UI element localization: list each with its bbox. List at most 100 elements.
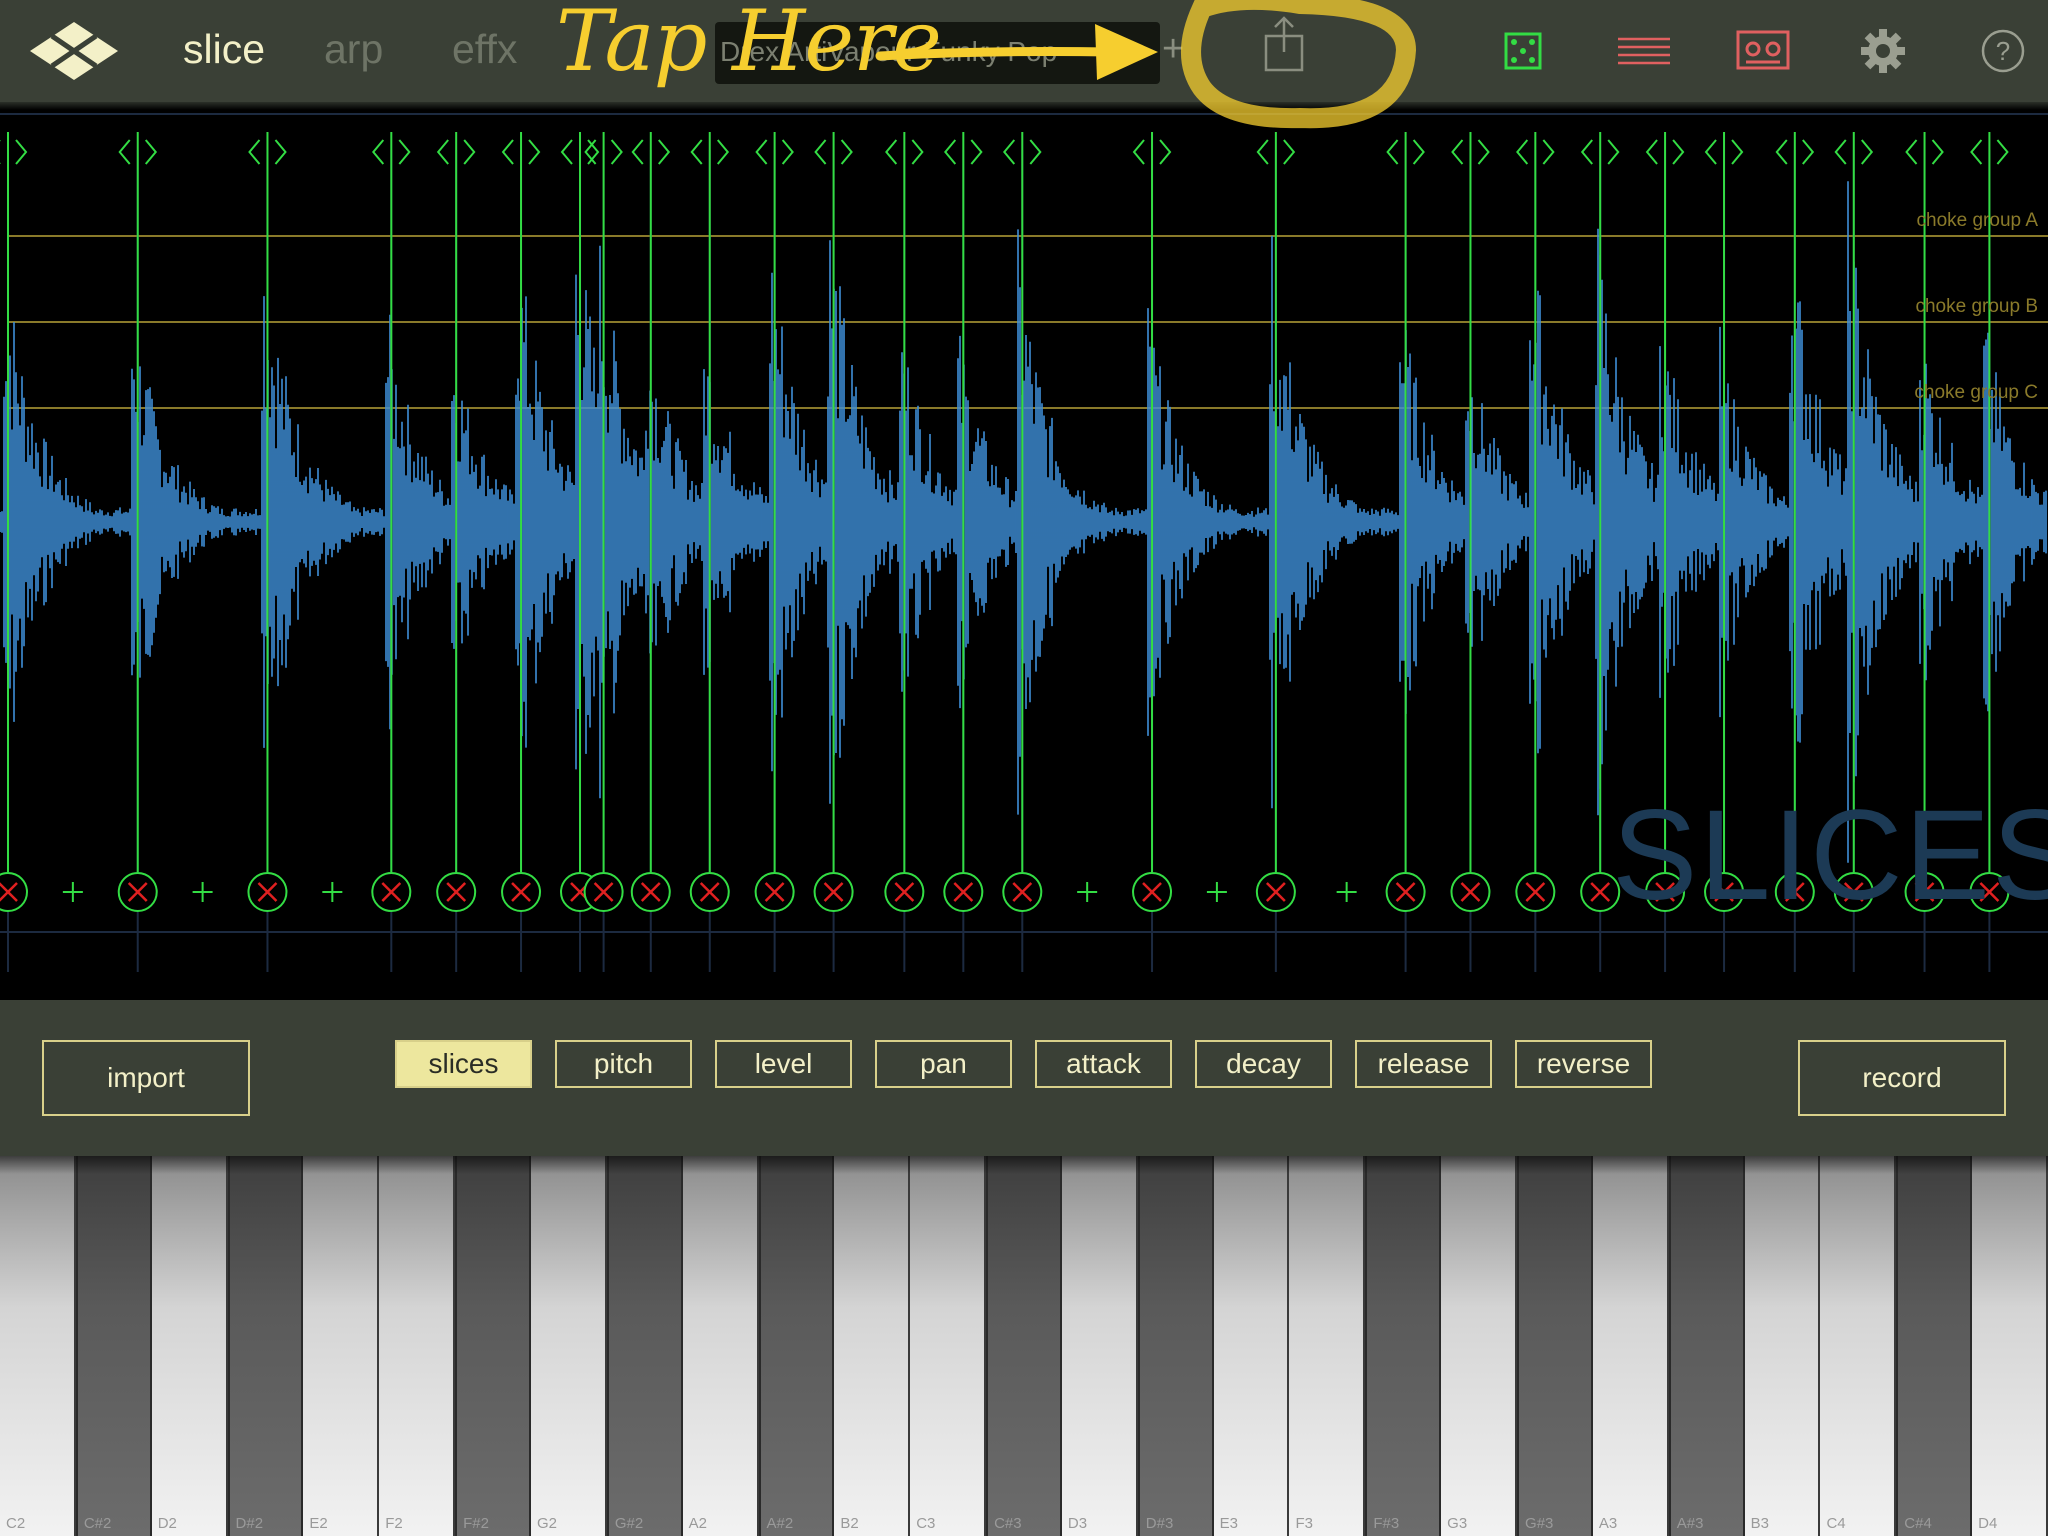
mode-button-release[interactable]: release: [1355, 1040, 1492, 1088]
slice-handle-left-icon: [1834, 139, 1847, 165]
mode-button-decay[interactable]: decay: [1195, 1040, 1332, 1088]
piano-key[interactable]: F2: [379, 1156, 456, 1536]
logo-icon[interactable]: [28, 20, 120, 82]
piano-key-label: D2: [157, 1515, 177, 1532]
piano-key[interactable]: D4: [1972, 1156, 2048, 1536]
piano-key[interactable]: A3: [1592, 1156, 1669, 1536]
svg-text:?: ?: [1996, 36, 2010, 66]
top-bar-shadow: [0, 102, 2048, 110]
piano-key[interactable]: E2: [303, 1156, 380, 1536]
slice-handle-right-icon: [1283, 139, 1296, 165]
slice-handle-right-icon: [144, 139, 158, 165]
piano-key-label: C3: [916, 1515, 936, 1532]
slice-handle-left-icon: [631, 139, 644, 165]
slice-handle-left-icon: [560, 139, 573, 165]
slice-handle-left-icon: [1516, 139, 1529, 165]
piano-key[interactable]: C#2: [75, 1156, 152, 1536]
tab-effx[interactable]: effx: [452, 26, 517, 73]
record-button[interactable]: record: [1798, 1040, 2006, 1116]
piano-keyboard[interactable]: C2 C#2 D2 D#2 E2 F2 F#2 G2 G#2 A2 A#2 B2 C3 C#3 D3 D#3 E…: [0, 1156, 2048, 1536]
piano-key[interactable]: G#3: [1517, 1156, 1593, 1536]
piano-key[interactable]: A2: [682, 1156, 759, 1536]
piano-key-label: F3: [1295, 1515, 1313, 1532]
top-bar: slice arp effx Drex ArtiVapour Funky Pop…: [0, 0, 2048, 102]
mode-button-level[interactable]: level: [715, 1040, 852, 1088]
piano-key-label: F#3: [1373, 1515, 1400, 1532]
piano-key[interactable]: C#3: [986, 1156, 1062, 1536]
mode-watermark: SLICES: [1612, 784, 2048, 927]
piano-key[interactable]: G#2: [606, 1156, 683, 1536]
piano-key[interactable]: A#2: [758, 1156, 835, 1536]
slice-handle-left-icon: [1256, 139, 1269, 165]
piano-key[interactable]: C4: [1820, 1156, 1897, 1536]
mode-button-pitch[interactable]: pitch: [555, 1040, 692, 1088]
piano-key-label: A#2: [766, 1515, 794, 1532]
slice-handle-left-icon: [1451, 139, 1464, 165]
slice-handle-right-icon: [274, 139, 287, 165]
piano-key[interactable]: B3: [1744, 1156, 1821, 1536]
slice-handle-left-icon: [436, 139, 449, 165]
share-icon[interactable]: [1262, 14, 1306, 74]
slice-handle-left-icon: [755, 139, 768, 165]
slice-handle-left-icon: [1645, 139, 1658, 165]
piano-key[interactable]: E3: [1213, 1156, 1290, 1536]
slice-handle-left-icon: [944, 139, 957, 165]
piano-key[interactable]: D#2: [227, 1156, 304, 1536]
add-preset-button[interactable]: +: [1162, 28, 1184, 71]
slice-handle-right-icon: [1477, 139, 1490, 165]
slice-handle-left-icon: [501, 139, 514, 165]
piano-key[interactable]: C2: [0, 1156, 76, 1536]
piano-key[interactable]: D#3: [1137, 1156, 1214, 1536]
slice-handle-left-icon: [1905, 139, 1918, 165]
slice-handle-right-icon: [1931, 139, 1944, 165]
slice-handle-right-icon: [840, 139, 853, 165]
piano-key[interactable]: F#2: [455, 1156, 531, 1536]
piano-key[interactable]: G2: [530, 1156, 607, 1536]
piano-key[interactable]: B2: [834, 1156, 911, 1536]
import-button[interactable]: import: [42, 1040, 250, 1116]
piano-key-label: C4: [1826, 1515, 1846, 1532]
waveform-editor[interactable]: choke group A choke group B choke group …: [0, 110, 2048, 1080]
slice-handle-right-icon: [1672, 139, 1685, 165]
piano-key-label: G#2: [614, 1515, 644, 1532]
cassette-icon[interactable]: [1736, 30, 1790, 70]
piano-key[interactable]: A#3: [1668, 1156, 1745, 1536]
piano-key[interactable]: F#3: [1365, 1156, 1442, 1536]
piano-key[interactable]: F3: [1289, 1156, 1366, 1536]
slice-handle-right-icon: [1029, 139, 1042, 165]
piano-key-label: G2: [536, 1515, 557, 1532]
dice-icon[interactable]: [1504, 32, 1542, 70]
tap-here-annotation: Tap Here: [556, 0, 942, 90]
piano-key-label: D#2: [235, 1515, 264, 1532]
piano-key-label: D3: [1067, 1515, 1088, 1532]
slice-handle-left-icon: [1775, 139, 1788, 165]
slice-handle-right-icon: [1607, 139, 1620, 165]
slice-handle-right-icon: [781, 139, 794, 165]
piano-key[interactable]: G3: [1441, 1156, 1518, 1536]
piano-key-label: B2: [840, 1515, 859, 1532]
slice-handle-left-icon: [1704, 139, 1717, 165]
slice-handle-right-icon: [15, 139, 28, 165]
piano-key-label: D#3: [1145, 1515, 1174, 1532]
mode-button-slices[interactable]: slices: [395, 1040, 532, 1088]
gear-icon[interactable]: [1860, 28, 1906, 74]
sequence-lines-icon[interactable]: [1618, 36, 1670, 66]
tab-arp[interactable]: arp: [324, 26, 383, 73]
help-icon[interactable]: ?: [1980, 28, 2026, 74]
piano-key-label: C#4: [1904, 1515, 1932, 1532]
tab-slice[interactable]: slice: [183, 26, 265, 73]
piano-key-label: G#3: [1525, 1515, 1554, 1532]
piano-key-label: F#2: [463, 1515, 489, 1532]
piano-key[interactable]: C#4: [1896, 1156, 1973, 1536]
piano-key[interactable]: D3: [1061, 1156, 1138, 1536]
mode-button-reverse[interactable]: reverse: [1515, 1040, 1652, 1088]
mode-button-attack[interactable]: attack: [1035, 1040, 1172, 1088]
piano-key[interactable]: D2: [151, 1156, 228, 1536]
mode-button-pan[interactable]: pan: [875, 1040, 1012, 1088]
piano-key[interactable]: C3: [910, 1156, 987, 1536]
piano-key-label: E3: [1219, 1515, 1238, 1532]
slice-handle-left-icon: [1970, 139, 1983, 165]
piano-key-label: A#3: [1676, 1515, 1704, 1532]
slice-handle-left-icon: [1132, 139, 1145, 165]
slice-handle-right-icon: [463, 139, 476, 165]
